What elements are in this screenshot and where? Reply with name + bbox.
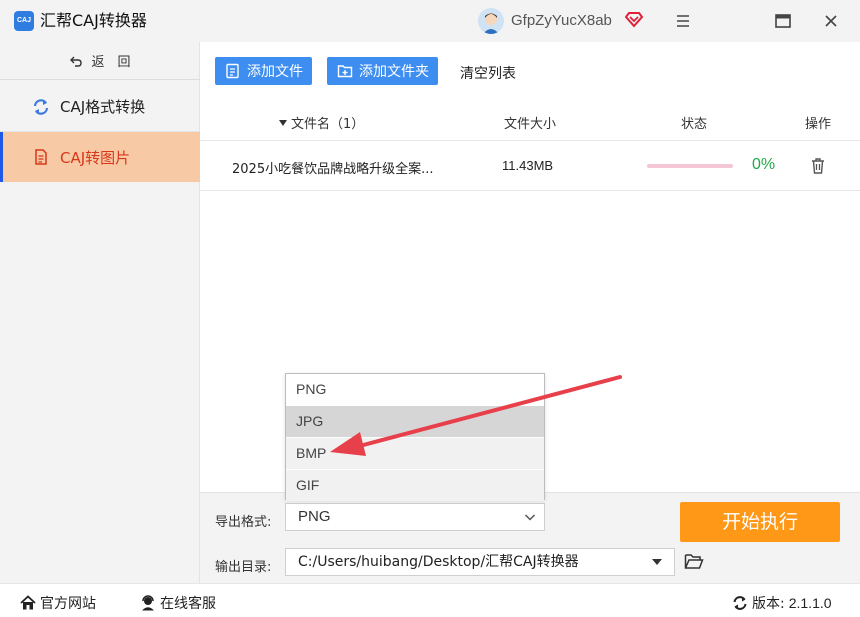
menu-icon[interactable] <box>670 8 696 34</box>
maximize-icon[interactable] <box>770 8 796 34</box>
output-dir-value: C:/Users/huibang/Desktop/汇帮CAJ转换器 <box>298 554 579 570</box>
close-icon[interactable] <box>818 8 844 34</box>
column-header-name[interactable]: 文件名（1） <box>278 113 364 132</box>
add-folder-icon <box>337 65 353 78</box>
back-arrow-icon <box>70 56 83 67</box>
app-title: 汇帮CAJ转换器 <box>40 11 147 30</box>
chevron-down-icon <box>524 514 536 521</box>
sidebar-item-label: CAJ格式转换 <box>60 98 146 116</box>
version-label: 版本: <box>752 596 785 612</box>
user-avatar[interactable] <box>478 8 504 34</box>
format-dropdown-list: PNG JPG BMP GIF <box>285 373 545 501</box>
output-dir-select[interactable]: C:/Users/huibang/Desktop/汇帮CAJ转换器 <box>285 548 675 576</box>
online-service-label: 在线客服 <box>160 596 216 612</box>
trash-icon[interactable] <box>810 157 826 175</box>
status-bar: 官方网站 在线客服 版本: 2.1.1.0 <box>0 583 860 617</box>
caret-down-icon <box>652 559 662 565</box>
online-service-link[interactable]: 在线客服 <box>140 593 216 613</box>
output-dir-label: 输出目录: <box>215 560 272 575</box>
file-name: 2025小吃餐饮品牌战略升级全案... <box>232 162 434 177</box>
column-header-size: 文件大小 <box>504 117 557 132</box>
vip-diamond-icon[interactable] <box>625 10 643 28</box>
official-website-link[interactable]: 官方网站 <box>20 593 96 613</box>
version-info[interactable]: 版本: 2.1.1.0 <box>732 593 832 613</box>
add-folder-label: 添加文件夹 <box>359 64 429 80</box>
home-icon <box>20 595 36 610</box>
dropdown-option-jpg[interactable]: JPG <box>286 406 544 437</box>
app-logo-icon: CAJ <box>14 11 34 31</box>
format-select-value: PNG <box>298 508 331 525</box>
version-number: 2.1.1.0 <box>788 595 832 611</box>
dropdown-option-png[interactable]: PNG <box>286 374 544 405</box>
refresh-icon <box>33 98 49 115</box>
document-icon <box>35 149 47 165</box>
user-name[interactable]: GfpZyYucX8ab <box>511 11 612 31</box>
title-bar: CAJ 汇帮CAJ转换器 GfpZyYucX8ab <box>0 0 860 42</box>
back-button[interactable]: 返 回 <box>0 42 200 80</box>
progress-bar <box>647 164 733 168</box>
table-row[interactable]: 2025小吃餐饮品牌战略升级全案... 11.43MB 0% <box>200 141 860 191</box>
avatar-icon <box>478 8 504 34</box>
customer-service-icon <box>142 595 154 611</box>
format-label: 导出格式: <box>215 515 272 530</box>
update-icon <box>733 596 747 610</box>
progress-percent: 0% <box>752 156 776 173</box>
add-file-icon <box>226 63 239 79</box>
start-button[interactable]: 开始执行 <box>680 502 840 542</box>
sidebar: 返 回 CAJ格式转换 CAJ转图片 <box>0 42 200 583</box>
settings-panel: 导出格式: PNG 输出目录: C:/Users/huibang/Desktop… <box>200 492 860 583</box>
column-header-status: 状态 <box>681 117 708 132</box>
sidebar-item-caj-to-image[interactable]: CAJ转图片 <box>0 132 200 182</box>
column-header-name-label: 文件名（1） <box>291 117 365 132</box>
dropdown-option-gif[interactable]: GIF <box>286 470 544 501</box>
file-table-header: 文件名（1） 文件大小 状态 操作 <box>200 101 860 141</box>
add-file-label: 添加文件 <box>247 64 303 80</box>
sidebar-item-caj-format-convert[interactable]: CAJ格式转换 <box>0 82 200 132</box>
folder-open-icon[interactable] <box>684 553 704 570</box>
sidebar-item-label: CAJ转图片 <box>60 148 131 167</box>
add-file-button[interactable]: 添加文件 <box>215 57 312 85</box>
official-website-label: 官方网站 <box>40 596 96 612</box>
dropdown-option-bmp[interactable]: BMP <box>286 438 544 469</box>
back-label: 返 回 <box>91 55 131 70</box>
add-folder-button[interactable]: 添加文件夹 <box>327 57 438 85</box>
column-header-ops: 操作 <box>805 117 832 132</box>
format-select[interactable]: PNG <box>285 503 545 531</box>
clear-list-button[interactable]: 清空列表 <box>460 63 516 83</box>
sort-down-icon <box>279 119 287 126</box>
file-size: 11.43MB <box>502 158 554 173</box>
